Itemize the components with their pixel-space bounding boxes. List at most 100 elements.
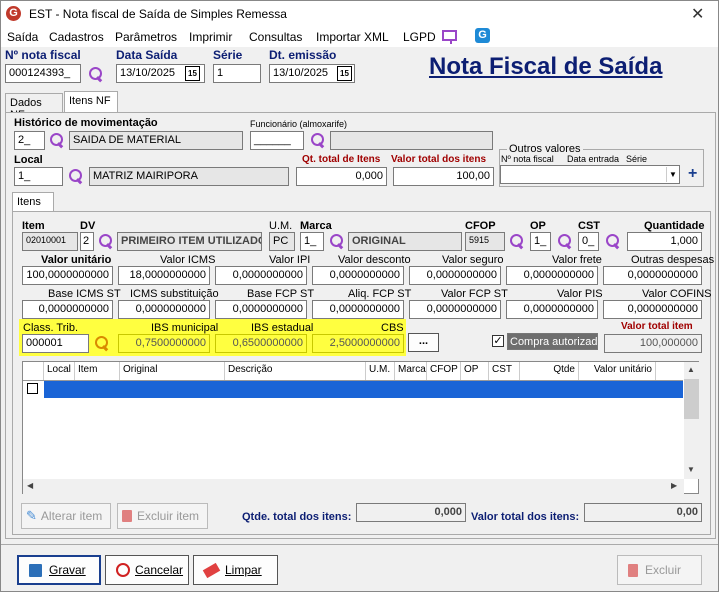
base-fcp-st-input[interactable]: 0,0000000000 [215, 300, 307, 319]
menu-imprimir[interactable]: Imprimir [189, 30, 232, 44]
items-grid[interactable]: Local Item Original Descrição U.M. Marca… [22, 361, 699, 494]
search-func-icon[interactable] [310, 132, 326, 148]
grid-col-um[interactable]: U.M. [366, 362, 395, 380]
valor-total-itens-value: 0,00 [584, 503, 702, 522]
tab-itens-nf[interactable]: Itens NF [64, 91, 118, 113]
menu-lgpd[interactable]: LGPD [403, 30, 436, 44]
cfop-label: CFOP [465, 220, 496, 232]
func-code-input[interactable]: ______ [250, 131, 304, 150]
valor-ipi-input[interactable]: 0,0000000000 [215, 266, 307, 285]
scroll-left-icon[interactable]: ◀ [27, 481, 33, 490]
search-cst-icon[interactable] [605, 233, 621, 249]
scroll-right-icon[interactable]: ▶ [671, 481, 677, 490]
menu-parametros[interactable]: Parâmetros [115, 30, 177, 44]
compra-autorizada-checkbox[interactable]: ✓ [492, 335, 504, 347]
row-checkbox[interactable] [27, 383, 38, 394]
menu-importar-xml[interactable]: Importar XML [316, 30, 389, 44]
search-local-icon[interactable] [68, 168, 84, 184]
search-marca-icon[interactable] [329, 233, 345, 249]
grid-col-original[interactable]: Original [120, 362, 225, 380]
grid-col-qtde[interactable]: Qtde [520, 362, 579, 380]
op-label: OP [530, 220, 546, 232]
menu-saida[interactable]: Saída [7, 30, 38, 44]
alterar-item-button[interactable]: ✎ Alterar item [21, 503, 111, 529]
compra-autorizada-label[interactable]: Compra autorizada [507, 333, 598, 350]
search-nota-icon[interactable] [88, 66, 104, 82]
grid-col-cst[interactable]: CST [489, 362, 520, 380]
valor-unitario-label: Valor unitário [41, 254, 112, 266]
menu-cadastros[interactable]: Cadastros [49, 30, 104, 44]
grid-selected-row[interactable] [44, 381, 683, 398]
valor-cofins-label: Valor COFINS [642, 288, 712, 300]
close-icon[interactable]: ✕ [691, 4, 704, 24]
chevron-down-icon[interactable]: ▼ [666, 167, 679, 182]
cbs-value: 2,5000000000 [312, 334, 404, 353]
valor-cofins-input[interactable]: 0,0000000000 [603, 300, 702, 319]
local-code-input[interactable]: 1_ [14, 167, 63, 186]
grid-col-op[interactable]: OP [461, 362, 489, 380]
more-button[interactable]: ... [408, 333, 439, 352]
outras-despesas-input[interactable]: 0,0000000000 [603, 266, 702, 285]
grid-vscroll-thumb[interactable] [684, 379, 699, 419]
grid-col-item[interactable]: Item [75, 362, 120, 380]
search-hist-icon[interactable] [49, 132, 65, 148]
tab-dados-nf[interactable]: Dados NF [5, 93, 63, 121]
aliq-fcp-st-input[interactable]: 0,0000000000 [312, 300, 404, 319]
op-value[interactable]: 1_ [530, 232, 551, 251]
serie-input[interactable]: 1 [213, 64, 261, 83]
monitor-icon[interactable] [442, 30, 457, 41]
base-icms-st-input[interactable]: 0,0000000000 [22, 300, 113, 319]
add-icon[interactable]: + [688, 165, 697, 183]
class-trib-input[interactable]: 000001 [22, 334, 89, 353]
hist-code-input[interactable]: 2_ [14, 131, 45, 150]
valor-fcp-st-input[interactable]: 0,0000000000 [409, 300, 501, 319]
item-label: Item [22, 220, 45, 232]
qtd-input[interactable]: 1,000 [627, 232, 702, 251]
icms-substituicao-input[interactable]: 0,0000000000 [118, 300, 210, 319]
valor-seguro-input[interactable]: 0,0000000000 [409, 266, 501, 285]
grid-hscrollbar[interactable] [23, 479, 684, 494]
outros-serie-header: Série [626, 154, 648, 164]
search-class-trib-icon[interactable] [94, 335, 110, 351]
grid-col-local[interactable]: Local [44, 362, 75, 380]
pencil-icon: ✎ [26, 508, 37, 523]
dv-value[interactable]: 2 [80, 232, 94, 251]
search-cfop-icon[interactable] [509, 233, 525, 249]
outros-select[interactable] [500, 165, 680, 184]
marca-code[interactable]: 1_ [300, 232, 324, 251]
grid-col-cfop[interactable]: CFOP [427, 362, 461, 380]
grid-col-marca[interactable]: Marca [395, 362, 427, 380]
search-op-icon[interactable] [557, 233, 573, 249]
g-app-icon[interactable]: G [475, 28, 490, 43]
gravar-button[interactable]: Gravar [17, 555, 101, 585]
grid-col-descricao[interactable]: Descrição [225, 362, 366, 380]
valor-unitario-input[interactable]: 100,0000000000 [22, 266, 113, 285]
excluir-button[interactable]: Excluir [617, 555, 702, 585]
ibs-estadual-label: IBS estadual [251, 322, 314, 334]
aliq-fcp-st-label: Aliq. FCP ST [348, 288, 412, 300]
valor-desconto-label: Valor desconto [338, 254, 411, 266]
qt-total-value: 0,000 [296, 167, 387, 186]
calendar-emissao-icon[interactable]: 15 [337, 66, 352, 81]
excluir-item-button[interactable]: Excluir item [117, 503, 208, 529]
ibs-estadual-value: 0,6500000000 [215, 334, 307, 353]
limpar-button[interactable]: Limpar [193, 555, 278, 585]
valor-pis-input[interactable]: 0,0000000000 [506, 300, 598, 319]
main-window: G EST - Nota fiscal de Saída de Simples … [0, 0, 719, 592]
valor-frete-input[interactable]: 0,0000000000 [506, 266, 598, 285]
search-item-icon[interactable] [98, 233, 114, 249]
tab-itens[interactable]: Itens [12, 192, 54, 212]
cst-value[interactable]: 0_ [578, 232, 599, 251]
valor-icms-input[interactable]: 18,0000000000 [118, 266, 210, 285]
valor-desconto-input[interactable]: 0,0000000000 [312, 266, 404, 285]
valor-fcp-st-label: Valor FCP ST [441, 288, 508, 300]
cancelar-button[interactable]: Cancelar [105, 555, 189, 585]
scroll-up-icon[interactable]: ▲ [687, 365, 695, 374]
grid-col-valor-unitario[interactable]: Valor unitário [579, 362, 656, 380]
menu-consultas[interactable]: Consultas [249, 30, 302, 44]
scroll-down-icon[interactable]: ▼ [687, 465, 695, 474]
marca-label: Marca [300, 220, 332, 232]
calendar-icon[interactable]: 15 [185, 66, 200, 81]
nota-input[interactable]: 000124393_ [5, 64, 81, 83]
cbs-label: CBS [381, 322, 404, 334]
